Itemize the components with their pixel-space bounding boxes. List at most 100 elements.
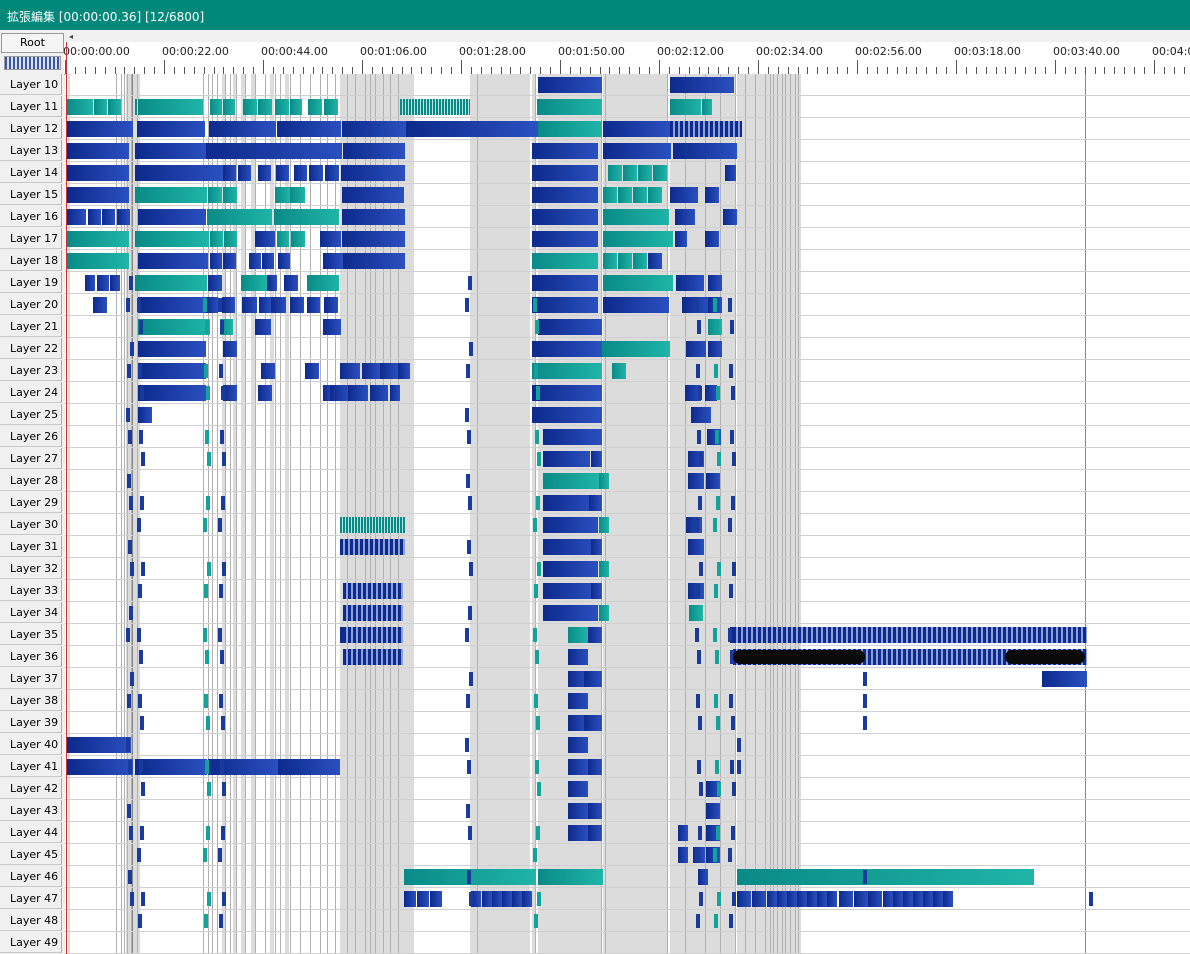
clip-marker[interactable] (139, 760, 143, 774)
clip-marker[interactable] (467, 430, 471, 444)
object-clip[interactable] (135, 143, 207, 159)
clip-marker[interactable] (728, 518, 732, 532)
clip-marker[interactable] (696, 694, 700, 708)
clip-marker[interactable] (716, 386, 720, 400)
object-clip[interactable] (208, 759, 278, 775)
clip-marker[interactable] (715, 650, 719, 664)
clip-marker[interactable] (535, 430, 539, 444)
layer-header[interactable]: Layer 26 (0, 426, 62, 447)
clip-marker[interactable] (219, 364, 223, 378)
dense-clip-strip[interactable] (340, 539, 405, 555)
clip-marker[interactable] (696, 584, 700, 598)
object-clip[interactable] (933, 891, 943, 907)
object-clip[interactable] (532, 209, 598, 225)
control-clip[interactable] (702, 99, 712, 115)
clip-marker[interactable] (139, 650, 143, 664)
clip-marker[interactable] (465, 738, 469, 752)
object-clip[interactable] (584, 715, 602, 731)
control-clip[interactable] (274, 209, 339, 225)
control-clip[interactable] (275, 99, 289, 115)
clip-marker[interactable] (218, 298, 222, 312)
object-clip[interactable] (568, 781, 588, 797)
control-clip[interactable] (324, 99, 338, 115)
object-clip[interactable] (138, 407, 152, 423)
object-clip[interactable] (380, 363, 398, 379)
clip-marker[interactable] (137, 298, 141, 312)
object-clip[interactable] (512, 891, 522, 907)
control-clip[interactable] (290, 187, 305, 203)
control-clip[interactable] (275, 187, 290, 203)
clip-marker[interactable] (534, 914, 538, 928)
object-clip[interactable] (404, 891, 416, 907)
clip-marker[interactable] (697, 320, 701, 334)
clip-marker[interactable] (203, 298, 207, 312)
clip-marker[interactable] (465, 408, 469, 422)
clip-marker[interactable] (127, 804, 131, 818)
clip-marker[interactable] (220, 760, 224, 774)
clip-marker[interactable] (714, 364, 718, 378)
dense-clip-strip[interactable] (343, 649, 403, 665)
layer-header[interactable]: Layer 30 (0, 514, 62, 535)
object-clip[interactable] (588, 803, 602, 819)
clip-marker[interactable] (533, 848, 537, 862)
object-clip[interactable] (430, 891, 442, 907)
object-clip[interactable] (206, 297, 218, 313)
object-clip[interactable] (138, 253, 208, 269)
clip-marker[interactable] (732, 782, 736, 796)
layer-header[interactable]: Layer 28 (0, 470, 62, 491)
object-clip[interactable] (343, 253, 405, 269)
object-clip[interactable] (110, 275, 120, 291)
object-clip[interactable] (223, 165, 236, 181)
clip-marker[interactable] (863, 694, 867, 708)
object-clip[interactable] (737, 891, 751, 907)
object-clip[interactable] (294, 165, 307, 181)
object-clip[interactable] (323, 253, 343, 269)
object-clip[interactable] (854, 891, 868, 907)
clip-marker[interactable] (207, 452, 211, 466)
clip-marker[interactable] (535, 760, 539, 774)
object-clip[interactable] (492, 891, 502, 907)
clip-marker[interactable] (469, 562, 473, 576)
control-clip[interactable] (135, 99, 203, 115)
dense-clip-strip[interactable] (670, 121, 742, 137)
clip-marker[interactable] (716, 826, 720, 840)
clip-marker[interactable] (714, 914, 718, 928)
object-clip[interactable] (706, 473, 720, 489)
clip-marker[interactable] (129, 826, 133, 840)
clip-marker[interactable] (863, 672, 867, 686)
object-clip[interactable] (284, 275, 298, 291)
object-clip[interactable] (267, 275, 277, 291)
clip-marker[interactable] (130, 672, 134, 686)
object-clip[interactable] (705, 187, 719, 203)
clip-marker[interactable] (129, 606, 133, 620)
clip-marker[interactable] (206, 716, 210, 730)
object-clip[interactable] (568, 693, 588, 709)
clip-marker[interactable] (219, 694, 223, 708)
clip-marker[interactable] (729, 914, 733, 928)
clip-marker[interactable] (534, 364, 538, 378)
clip-marker[interactable] (221, 496, 225, 510)
clip-marker[interactable] (717, 452, 721, 466)
object-clip[interactable] (342, 209, 405, 225)
layer-header[interactable]: Layer 43 (0, 800, 62, 821)
clip-marker[interactable] (717, 562, 721, 576)
clip-marker[interactable] (128, 540, 132, 554)
object-clip[interactable] (342, 187, 404, 203)
control-clip[interactable] (307, 275, 339, 291)
clip-marker[interactable] (221, 716, 225, 730)
object-clip[interactable] (305, 363, 319, 379)
clip-marker[interactable] (204, 584, 208, 598)
clip-marker[interactable] (728, 628, 732, 642)
timeline-tracks[interactable] (65, 74, 1190, 954)
object-clip[interactable] (706, 803, 720, 819)
control-clip[interactable] (135, 275, 207, 291)
clip-marker[interactable] (130, 892, 134, 906)
object-clip[interactable] (262, 253, 274, 269)
control-clip[interactable] (599, 473, 609, 489)
layer-header[interactable]: Layer 40 (0, 734, 62, 755)
object-clip[interactable] (348, 385, 368, 401)
layer-header[interactable]: Layer 11 (0, 96, 62, 117)
control-clip[interactable] (689, 605, 703, 621)
clip-marker[interactable] (695, 518, 699, 532)
clip-marker[interactable] (139, 430, 143, 444)
